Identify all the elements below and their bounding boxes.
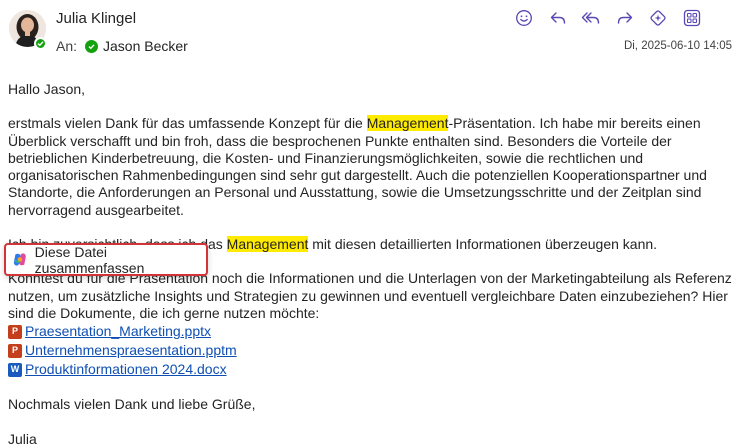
paragraph-2-text-b: mit diesen detaillierten Informationen ü…: [308, 236, 658, 253]
attachment-item[interactable]: W Produktinformationen 2024.docx: [8, 360, 736, 379]
emoji-react-button[interactable]: [512, 6, 536, 30]
recipient-presence-icon: [85, 39, 99, 53]
forward-icon: [617, 12, 632, 24]
word-file-icon: W: [8, 362, 22, 377]
powerpoint-file-icon: P: [8, 324, 22, 339]
copilot-button[interactable]: [646, 6, 670, 30]
emoji-icon: [516, 10, 532, 26]
attachment-link[interactable]: Praesentation_Marketing.pptx: [25, 323, 211, 340]
reply-button[interactable]: [546, 6, 570, 30]
paragraph-1-text-a: erstmals vielen Dank für das umfassende …: [8, 115, 367, 132]
attachment-link[interactable]: Produktinformationen 2024.docx: [25, 361, 227, 378]
copilot-sparkle-icon: [650, 10, 666, 26]
powerpoint-file-icon: P: [8, 343, 22, 358]
recipient-name[interactable]: Jason Becker: [103, 38, 188, 54]
greeting: Hallo Jason,: [8, 81, 86, 97]
paragraph-1: erstmals vielen Dank für das umfassende …: [8, 115, 736, 219]
message-actions-toolbar: [512, 6, 704, 30]
summarize-file-label: Diese Datei zusammenfassen: [34, 243, 145, 276]
search-highlight: Management: [366, 115, 449, 132]
reply-all-button[interactable]: [579, 6, 603, 30]
closing: Nochmals vielen Dank und liebe Grüße,: [8, 396, 256, 413]
copilot-icon: [13, 253, 26, 266]
attachment-item[interactable]: P Praesentation_Marketing.pptx: [8, 322, 736, 341]
search-highlight: Management: [226, 236, 309, 253]
message-date: Di, 2025-06-10 14:05: [623, 40, 732, 52]
sender-presence-badge: [34, 37, 47, 50]
attachment-link[interactable]: Unternehmenspraesentation.pptm: [25, 342, 237, 359]
attachment-item[interactable]: P Unternehmenspraesentation.pptm: [8, 341, 736, 360]
to-label: An:: [56, 38, 78, 54]
apps-button[interactable]: [680, 6, 704, 30]
summarize-file-button[interactable]: Diese Datei zusammenfassen: [4, 243, 208, 276]
signature: Julia: [8, 430, 37, 447]
forward-button[interactable]: [613, 6, 637, 30]
sender-name[interactable]: Julia Klingel: [56, 10, 136, 27]
reply-all-icon: [581, 12, 600, 24]
attachment-list: P Praesentation_Marketing.pptx P Unterne…: [8, 322, 736, 379]
recipient-row: An: Jason Becker: [56, 38, 188, 54]
apps-icon: [683, 9, 701, 27]
reply-icon: [550, 12, 565, 24]
paragraph-3: Könntest du für die Präsentation noch di…: [8, 270, 732, 321]
